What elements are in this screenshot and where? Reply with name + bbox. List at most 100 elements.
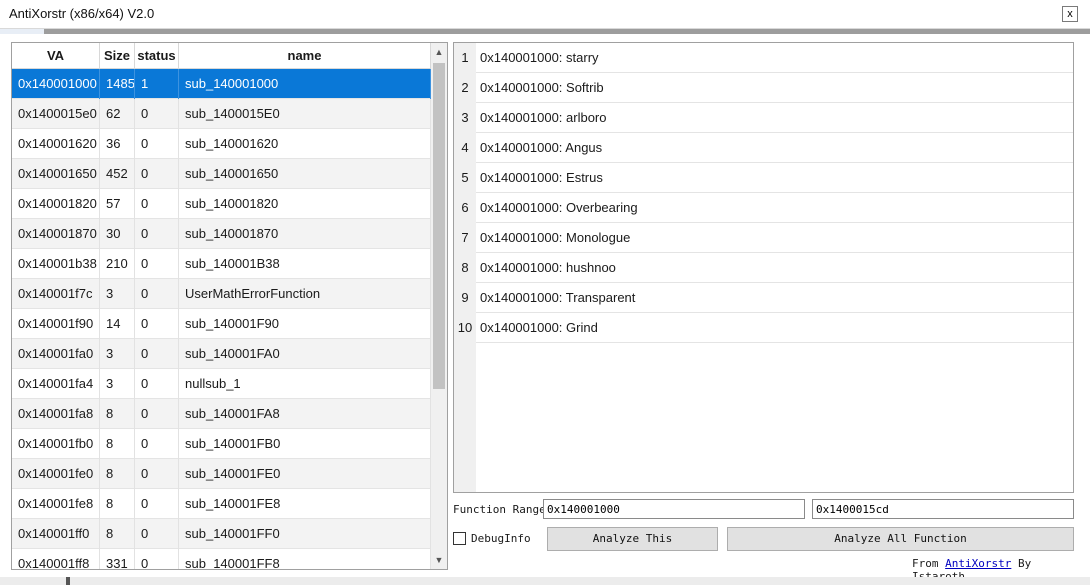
result-line-number: 1 <box>461 50 469 65</box>
cell-va: 0x140001f90 <box>12 309 100 339</box>
scrollbar-thumb[interactable] <box>433 63 445 389</box>
result-row[interactable]: 2 0x140001000: Softrib <box>454 73 1073 103</box>
cell-size: 331 <box>100 549 135 569</box>
result-row[interactable]: 4 0x140001000: Angus <box>454 133 1073 163</box>
result-line-number: 2 <box>461 80 469 95</box>
result-text: 0x140001000: Monologue <box>476 223 1073 253</box>
table-row[interactable]: 0x140001000 1485 1 sub_140001000 <box>12 69 431 99</box>
result-row[interactable]: 10 0x140001000: Grind <box>454 313 1073 343</box>
cell-status: 0 <box>135 549 179 569</box>
cell-size: 3 <box>100 339 135 369</box>
function-list: VA Size status name 0x140001000 1485 1 sub_… <box>11 42 448 570</box>
range-end-input[interactable] <box>812 499 1074 519</box>
cell-va: 0x140001fe0 <box>12 459 100 489</box>
cell-name: sub_140001FF8 <box>179 549 431 569</box>
cell-status: 0 <box>135 309 179 339</box>
result-line-number: 6 <box>461 200 469 215</box>
debug-info-checkbox[interactable] <box>453 532 466 545</box>
column-header-va[interactable]: VA <box>12 43 100 68</box>
result-text: 0x140001000: arlboro <box>476 103 1073 133</box>
cell-va: 0x140001fa8 <box>12 399 100 429</box>
table-row[interactable]: 0x140001820 57 0 sub_140001820 <box>12 189 431 219</box>
table-row[interactable]: 0x140001fa0 3 0 sub_140001FA0 <box>12 339 431 369</box>
table-row[interactable]: 0x1400015e0 62 0 sub_1400015E0 <box>12 99 431 129</box>
column-header-name[interactable]: name <box>179 43 431 68</box>
cell-va: 0x140001b38 <box>12 249 100 279</box>
result-text: 0x140001000: hushnoo <box>476 253 1073 283</box>
scroll-up-arrow-icon[interactable]: ▲ <box>431 43 447 61</box>
cell-size: 210 <box>100 249 135 279</box>
antixorstr-link[interactable]: AntiXorstr <box>945 557 1011 570</box>
result-row[interactable]: 1 0x140001000: starry <box>454 43 1073 73</box>
cell-name: sub_140001820 <box>179 189 431 219</box>
cell-size: 14 <box>100 309 135 339</box>
result-line-number: 7 <box>461 230 469 245</box>
cell-size: 1485 <box>100 69 135 99</box>
result-line-number: 5 <box>461 170 469 185</box>
table-row[interactable]: 0x140001650 452 0 sub_140001650 <box>12 159 431 189</box>
cell-name: sub_140001870 <box>179 219 431 249</box>
cell-status: 1 <box>135 69 179 99</box>
separator-accent <box>0 29 44 34</box>
cell-status: 0 <box>135 129 179 159</box>
table-row[interactable]: 0x140001fa8 8 0 sub_140001FA8 <box>12 399 431 429</box>
cell-va: 0x140001820 <box>12 189 100 219</box>
table-row[interactable]: 0x140001ff8 331 0 sub_140001FF8 <box>12 549 431 569</box>
column-header-size[interactable]: Size <box>100 43 135 68</box>
analyze-all-button[interactable]: Analyze All Function <box>727 527 1074 551</box>
cell-name: UserMathErrorFunction <box>179 279 431 309</box>
title-separator <box>0 29 1090 34</box>
function-table: VA Size status name 0x140001000 1485 1 sub_… <box>12 43 431 569</box>
table-row[interactable]: 0x140001f90 14 0 sub_140001F90 <box>12 309 431 339</box>
cell-status: 0 <box>135 489 179 519</box>
vertical-scrollbar[interactable]: ▲ ▼ <box>431 43 447 569</box>
table-row[interactable]: 0x140001f7c 3 0 UserMathErrorFunction <box>12 279 431 309</box>
cell-status: 0 <box>135 249 179 279</box>
table-row[interactable]: 0x140001870 30 0 sub_140001870 <box>12 219 431 249</box>
cell-status: 0 <box>135 519 179 549</box>
result-line-number: 4 <box>461 140 469 155</box>
result-row[interactable]: 8 0x140001000: hushnoo <box>454 253 1073 283</box>
cell-status: 0 <box>135 99 179 129</box>
table-row[interactable]: 0x140001ff0 8 0 sub_140001FF0 <box>12 519 431 549</box>
result-row[interactable]: 9 0x140001000: Transparent <box>454 283 1073 313</box>
table-row[interactable]: 0x140001b38 210 0 sub_140001B38 <box>12 249 431 279</box>
table-row[interactable]: 0x140001fb0 8 0 sub_140001FB0 <box>12 429 431 459</box>
cell-size: 36 <box>100 129 135 159</box>
cell-name: sub_140001FA8 <box>179 399 431 429</box>
cell-size: 8 <box>100 519 135 549</box>
function-range-label: Function Range <box>453 503 546 516</box>
window-title: AntiXorstr (x86/x64) V2.0 <box>9 6 155 21</box>
table-row[interactable]: 0x140001fa4 3 0 nullsub_1 <box>12 369 431 399</box>
cell-name: sub_140001FE0 <box>179 459 431 489</box>
result-line-number: 3 <box>461 110 469 125</box>
cell-name: sub_140001000 <box>179 69 431 99</box>
cell-va: 0x140001fa4 <box>12 369 100 399</box>
table-row[interactable]: 0x140001620 36 0 sub_140001620 <box>12 129 431 159</box>
cell-size: 3 <box>100 369 135 399</box>
result-text: 0x140001000: Grind <box>476 313 1073 343</box>
strip-marker <box>66 577 70 585</box>
table-row[interactable]: 0x140001fe8 8 0 sub_140001FE8 <box>12 489 431 519</box>
result-text: 0x140001000: Angus <box>476 133 1073 163</box>
debug-info-label: DebugInfo <box>471 532 531 545</box>
cell-size: 452 <box>100 159 135 189</box>
result-line-number: 8 <box>461 260 469 275</box>
scroll-down-arrow-icon[interactable]: ▼ <box>431 551 447 569</box>
cell-va: 0x140001650 <box>12 159 100 189</box>
cell-size: 62 <box>100 99 135 129</box>
analyze-this-button[interactable]: Analyze This <box>547 527 718 551</box>
result-row[interactable]: 7 0x140001000: Monologue <box>454 223 1073 253</box>
cell-va: 0x140001000 <box>12 69 100 99</box>
column-header-status[interactable]: status <box>135 43 179 68</box>
result-text: 0x140001000: starry <box>476 43 1073 73</box>
result-row[interactable]: 5 0x140001000: Estrus <box>454 163 1073 193</box>
result-row[interactable]: 3 0x140001000: arlboro <box>454 103 1073 133</box>
table-row[interactable]: 0x140001fe0 8 0 sub_140001FE0 <box>12 459 431 489</box>
result-row[interactable]: 6 0x140001000: Overbearing <box>454 193 1073 223</box>
close-icon[interactable]: x <box>1062 6 1078 22</box>
cell-size: 8 <box>100 429 135 459</box>
range-start-input[interactable] <box>543 499 805 519</box>
result-text: 0x140001000: Transparent <box>476 283 1073 313</box>
cell-name: nullsub_1 <box>179 369 431 399</box>
